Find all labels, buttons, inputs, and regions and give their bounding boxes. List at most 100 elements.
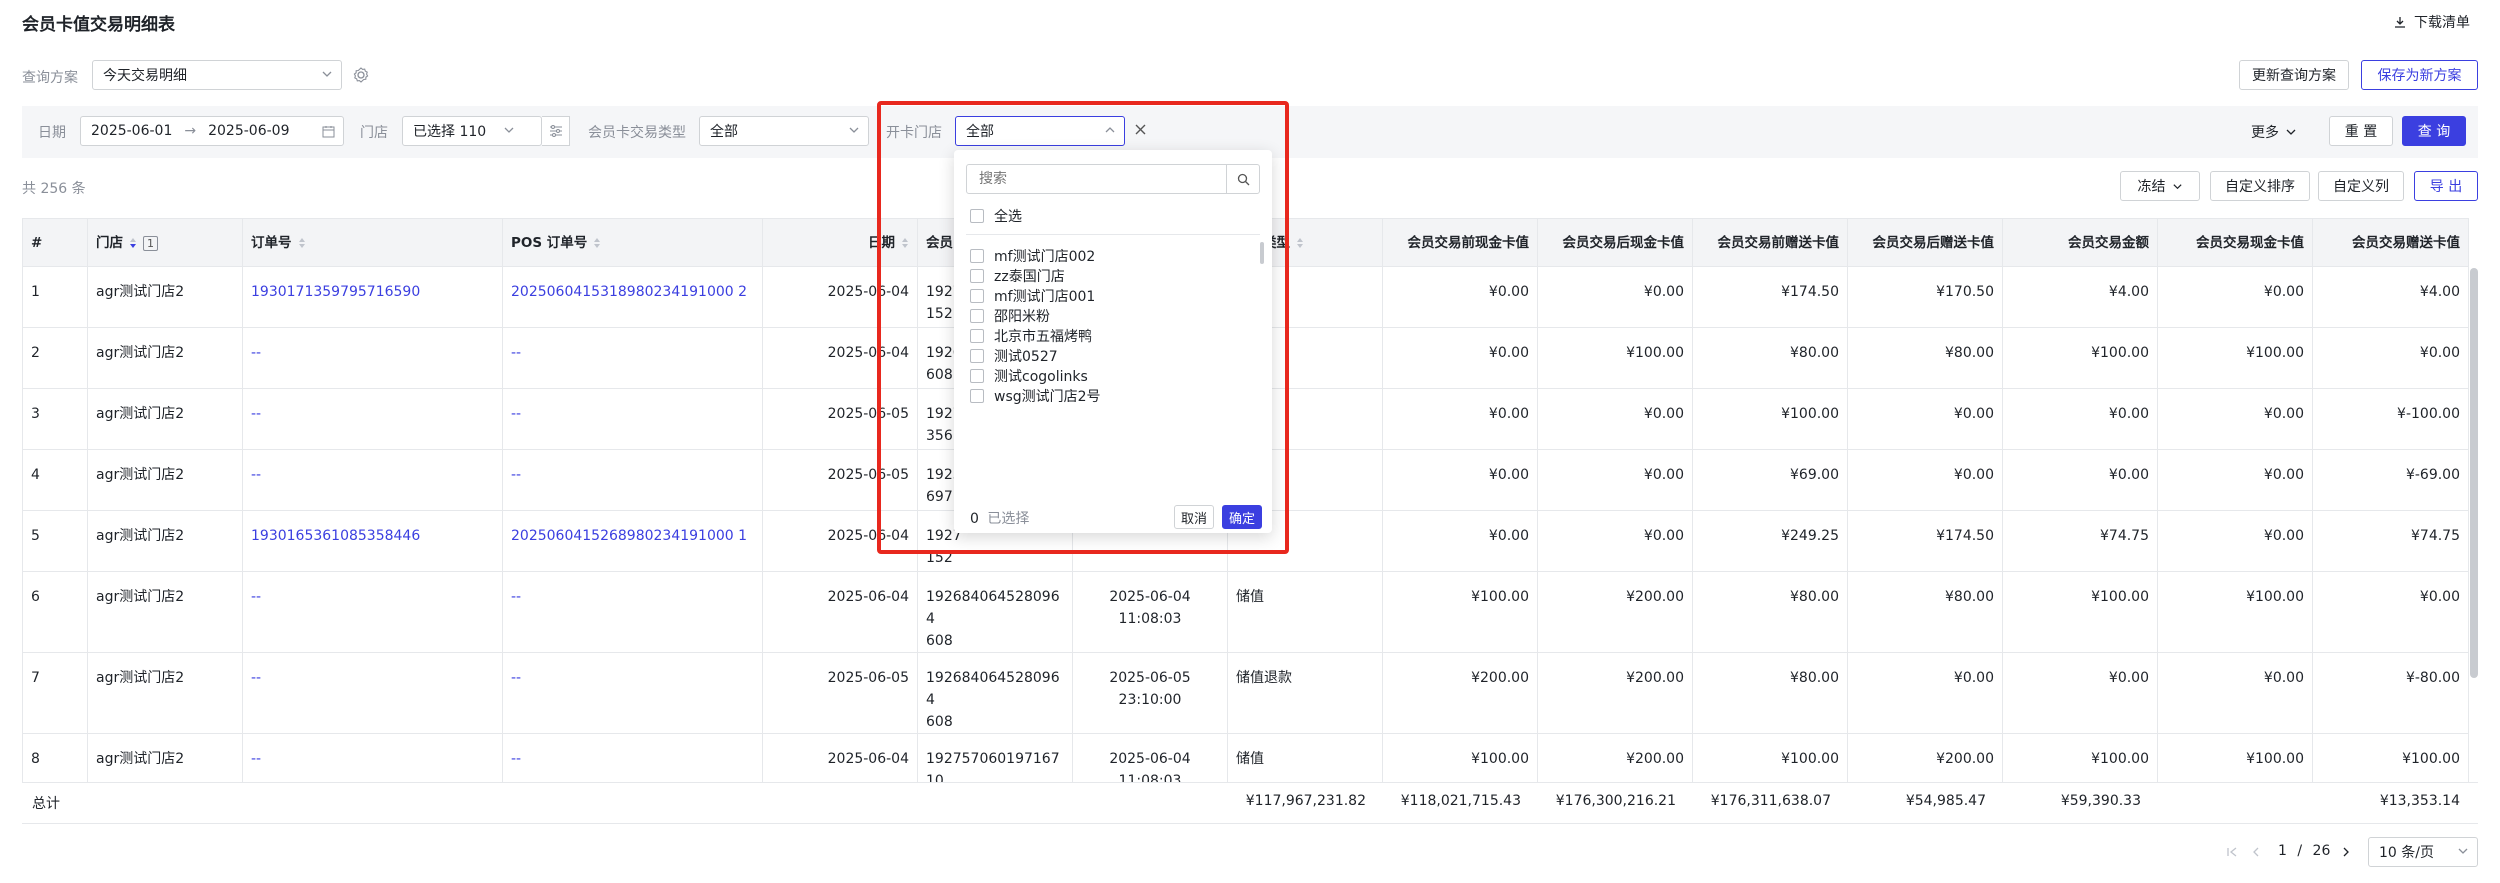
dropdown-scrollbar[interactable] xyxy=(1260,242,1264,264)
checkbox-icon[interactable] xyxy=(970,369,984,383)
dropdown-option-label: wsg测试门店2号 xyxy=(994,389,1101,405)
dropdown-option[interactable]: 北京市五福烤鸭 xyxy=(970,326,1092,346)
col-gift-value-header[interactable]: 会员交易赠送卡值 xyxy=(2312,218,2469,267)
page-size-select[interactable]: 10 条/页 xyxy=(2368,837,2478,867)
table-cell: ¥200.00 xyxy=(1537,571,1693,653)
table-row[interactable]: 6 agr测试门店2 -- -- 2025-06-04 192684064528096 4… xyxy=(22,571,2469,653)
update-scheme-button[interactable]: 更新查询方案 xyxy=(2239,60,2349,90)
col-gift-before-header[interactable]: 会员交易前赠送卡值 xyxy=(1692,218,1848,267)
col-cash-after-header[interactable]: 会员交易后现金卡值 xyxy=(1537,218,1693,267)
checkbox-icon[interactable] xyxy=(970,329,984,343)
table-cell[interactable]: -- xyxy=(242,388,503,450)
checkbox-icon[interactable] xyxy=(970,249,984,263)
cell-line: 11:08:03 xyxy=(1118,611,1182,627)
prev-page-icon[interactable] xyxy=(2250,846,2262,858)
table-cell: 192684064528096 4 608 xyxy=(917,571,1073,653)
table-row[interactable]: 7 agr测试门店2 -- -- 2025-06-05 192684064528096 4… xyxy=(22,652,2469,734)
custom-columns-button[interactable]: 自定义列 xyxy=(2318,171,2404,201)
col-order-header[interactable]: 订单号 xyxy=(242,218,503,267)
table-cell[interactable]: 2025060415318980234191000 2 xyxy=(502,266,763,328)
settings-gear-icon[interactable] xyxy=(352,66,370,88)
table-cell[interactable]: -- xyxy=(242,327,503,389)
select-all-option[interactable]: 全选 xyxy=(970,206,1022,226)
table-cell[interactable]: 2025060415268980234191000 1 xyxy=(502,510,763,572)
dropdown-search-input[interactable] xyxy=(977,170,1221,188)
table-scrollbar[interactable] xyxy=(2470,268,2478,678)
page-title: 会员卡值交易明细表 xyxy=(22,15,175,35)
dropdown-option[interactable]: zz泰国门店 xyxy=(970,266,1065,286)
table-cell: 储值 xyxy=(1227,571,1383,653)
table-cell[interactable]: -- xyxy=(502,388,763,450)
cell-line: 608 xyxy=(926,633,953,649)
table-cell: ¥0.00 xyxy=(2002,652,2158,734)
first-page-icon[interactable] xyxy=(2226,846,2238,858)
col-gift-after-header[interactable]: 会员交易后赠送卡值 xyxy=(1847,218,2003,267)
custom-sort-button[interactable]: 自定义排序 xyxy=(2210,171,2310,201)
download-list-link[interactable]: 下载清单 xyxy=(2394,12,2470,32)
col-cash-before-header[interactable]: 会员交易前现金卡值 xyxy=(1382,218,1538,267)
store-label: 门店 xyxy=(360,125,388,141)
table-cell[interactable]: -- xyxy=(242,571,503,653)
sort-icon[interactable] xyxy=(901,237,909,249)
col-order-label: 订单号 xyxy=(251,234,292,251)
col-date-header[interactable]: 日期 xyxy=(762,218,918,267)
sort-icon[interactable] xyxy=(298,237,306,249)
more-filters-toggle[interactable]: 更多 xyxy=(2251,122,2297,142)
scheme-select[interactable]: 今天交易明细 xyxy=(92,60,342,90)
table-cell[interactable]: -- xyxy=(502,327,763,389)
clear-close-icon[interactable] xyxy=(1134,123,1147,140)
table-cell[interactable]: 1930165361085358446 xyxy=(242,510,503,572)
store-filter-settings-icon[interactable] xyxy=(542,116,570,146)
cell-line: 152 xyxy=(926,550,953,566)
dropdown-option[interactable]: wsg测试门店2号 xyxy=(970,386,1101,406)
checkbox-icon[interactable] xyxy=(970,309,984,323)
open-store-select[interactable]: 全部 xyxy=(955,116,1125,146)
table-cell: 2025-06-05 xyxy=(762,388,918,450)
table-cell[interactable]: -- xyxy=(242,449,503,511)
table-cell: 2025-06-05 23:10:00 xyxy=(1072,652,1228,734)
col-cash-value-header[interactable]: 会员交易现金卡值 xyxy=(2157,218,2313,267)
pagination-status[interactable]: 1 / 26 xyxy=(2278,843,2330,859)
date-range-picker[interactable]: 2025-06-01 → 2025-06-09 xyxy=(80,116,344,146)
sort-desc-icon[interactable] xyxy=(129,237,137,249)
search-icon[interactable] xyxy=(1226,165,1259,193)
dropdown-search-field[interactable] xyxy=(966,164,1260,194)
dropdown-ok-button[interactable]: 确定 xyxy=(1222,505,1262,529)
dropdown-cancel-button[interactable]: 取消 xyxy=(1174,505,1214,529)
table-cell[interactable]: -- xyxy=(242,652,503,734)
sort-icon[interactable] xyxy=(1296,237,1304,249)
export-button[interactable]: 导 出 xyxy=(2414,171,2478,201)
checkbox-icon[interactable] xyxy=(970,209,984,223)
col-amount-header[interactable]: 会员交易金额 xyxy=(2002,218,2158,267)
table-cell: agr测试门店2 xyxy=(87,449,243,511)
date-end: 2025-06-09 xyxy=(208,123,290,139)
freeze-button[interactable]: 冻结 xyxy=(2120,171,2200,201)
col-store-header[interactable]: 门店 1 xyxy=(87,218,243,267)
dropdown-option[interactable]: 测试0527 xyxy=(970,346,1058,366)
dropdown-option[interactable]: 邵阳米粉 xyxy=(970,306,1050,326)
save-new-scheme-button[interactable]: 保存为新方案 xyxy=(2361,60,2478,90)
next-page-icon[interactable] xyxy=(2340,846,2352,858)
dropdown-option[interactable]: mf测试门店001 xyxy=(970,286,1095,306)
checkbox-icon[interactable] xyxy=(970,349,984,363)
dropdown-option[interactable]: mf测试门店002 xyxy=(970,246,1095,266)
open-store-dropdown: 全选 mf测试门店002 zz泰国门店 mf测试门店001 邵阳米粉北京市五福烤鸭测试… xyxy=(954,150,1272,533)
table-cell: ¥0.00 xyxy=(1382,510,1538,572)
dropdown-option-label: 北京市五福烤鸭 xyxy=(994,329,1092,345)
card-type-select[interactable]: 全部 xyxy=(699,116,869,146)
table-cell[interactable]: -- xyxy=(502,449,763,511)
store-select[interactable]: 已选择 110 xyxy=(402,116,542,146)
table-cell[interactable]: -- xyxy=(502,652,763,734)
chevron-down-icon xyxy=(849,127,859,133)
sort-icon[interactable] xyxy=(593,237,601,249)
col-pos-header[interactable]: POS 订单号 xyxy=(502,218,763,267)
checkbox-icon[interactable] xyxy=(970,269,984,283)
table-cell[interactable]: 1930171359795716590 xyxy=(242,266,503,328)
checkbox-icon[interactable] xyxy=(970,389,984,403)
open-store-value: 全部 xyxy=(966,124,994,140)
reset-button[interactable]: 重 置 xyxy=(2329,116,2393,146)
dropdown-option[interactable]: 测试cogolinks xyxy=(970,366,1088,386)
query-button[interactable]: 查 询 xyxy=(2402,116,2466,146)
checkbox-icon[interactable] xyxy=(970,289,984,303)
table-cell[interactable]: -- xyxy=(502,571,763,653)
